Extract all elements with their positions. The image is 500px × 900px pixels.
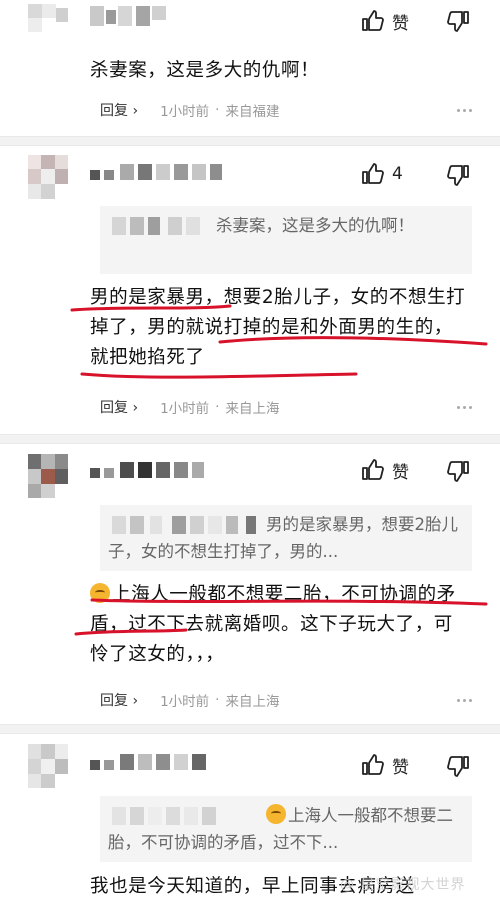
username[interactable] [90, 752, 290, 776]
reply-button[interactable]: 回复 [100, 690, 138, 710]
avatar[interactable] [28, 155, 68, 199]
more-icon[interactable] [457, 99, 472, 121]
like-count: 赞 [392, 13, 409, 34]
thumbs-down-icon[interactable] [447, 9, 471, 33]
like-button[interactable]: 赞 [360, 456, 409, 484]
comment-thread: 赞 杀妻案，这是多大的仇啊！ 回复 1小时前 · 来自福建 [0, 0, 500, 900]
timestamp: 1小时前 [160, 401, 210, 417]
divider [0, 136, 500, 146]
divider [0, 724, 500, 734]
more-icon[interactable] [457, 689, 472, 711]
like-button[interactable]: 赞 [360, 7, 409, 35]
thumbs-up-icon [362, 10, 384, 31]
more-icon[interactable] [457, 396, 472, 418]
watermark: @ 星空影视大世界 [340, 877, 466, 893]
quoted-username [108, 806, 258, 827]
quoted-text: 杀妻案，这是多大的仇啊！ [216, 216, 414, 235]
separator-dot: · [215, 692, 220, 708]
avatar[interactable] [28, 744, 68, 788]
thumbs-up-icon [362, 459, 384, 480]
reply-button[interactable]: 回复 [100, 100, 138, 120]
timestamp: 1小时前 [160, 104, 210, 120]
quoted-username [108, 515, 258, 536]
highlight-underline [70, 304, 488, 379]
like-count: 4 [392, 164, 403, 184]
thumbs-down-icon[interactable] [447, 163, 471, 187]
username[interactable] [90, 6, 170, 30]
username[interactable] [90, 460, 290, 484]
comment-meta: 回复 1小时前 · 来自上海 [100, 689, 472, 711]
like-button[interactable]: 4 [360, 160, 403, 188]
thumbs-up-icon [362, 163, 384, 184]
comment-meta: 回复 1小时前 · 来自上海 [100, 396, 472, 418]
avatar[interactable] [28, 454, 68, 498]
like-button[interactable]: 赞 [360, 751, 409, 779]
divider [0, 434, 500, 444]
timestamp: 1小时前 [160, 694, 210, 710]
thumbs-up-icon [362, 754, 384, 775]
location: 来自上海 [225, 694, 280, 710]
sad-emoji-icon [266, 804, 286, 824]
thumbs-down-icon[interactable] [447, 754, 471, 778]
quoted-comment[interactable]: 男的是家暴男，想要2胎儿子，女的不想生打掉了，男的... [100, 505, 472, 571]
like-count: 赞 [392, 757, 409, 778]
location: 来自福建 [225, 104, 280, 120]
comment-meta: 回复 1小时前 · 来自福建 [100, 99, 472, 121]
thumbs-down-icon[interactable] [447, 459, 471, 483]
username[interactable] [90, 162, 270, 186]
reply-button[interactable]: 回复 [100, 397, 138, 417]
quoted-comment[interactable]: 杀妻案，这是多大的仇啊！ [100, 206, 472, 274]
location: 来自上海 [225, 401, 280, 417]
highlight-underline [74, 598, 488, 636]
separator-dot: · [215, 399, 220, 415]
separator-dot: · [215, 102, 220, 118]
quoted-comment[interactable]: 上海人一般都不想要二胎，不可协调的矛盾，过不下... [100, 796, 472, 862]
quoted-username [108, 216, 208, 237]
like-count: 赞 [392, 462, 409, 483]
comment-text: 杀妻案，这是多大的仇啊！ [90, 60, 320, 81]
avatar[interactable] [28, 4, 68, 48]
